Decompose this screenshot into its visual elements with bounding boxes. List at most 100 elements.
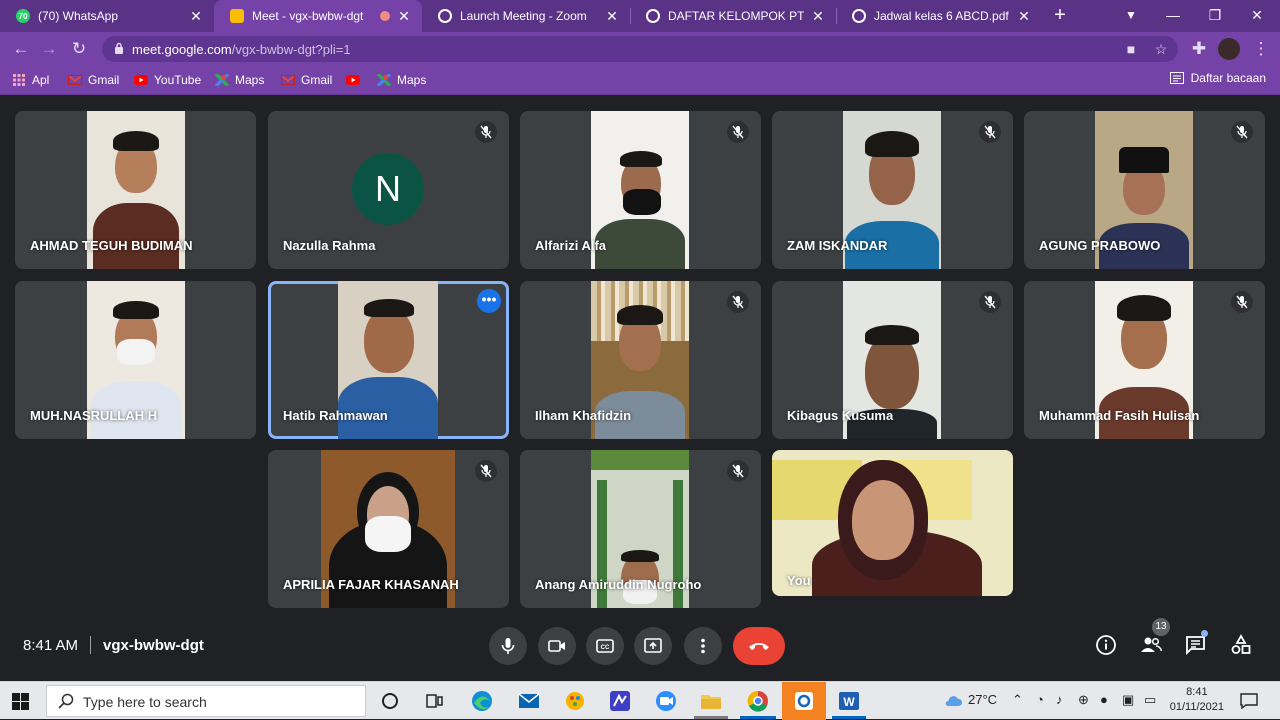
participant-tile[interactable]: Alfarizi Alfa (520, 111, 761, 269)
display-icon[interactable]: ▣ (1122, 692, 1134, 708)
minimize-button[interactable]: — (1152, 0, 1194, 32)
gmail-icon (68, 75, 82, 85)
chat-unread-indicator (1201, 630, 1208, 637)
restore-button[interactable]: ❐ (1194, 0, 1236, 32)
participant-tile[interactable]: Muhammad Fasih Hulisan (1024, 281, 1265, 439)
tab-title: Launch Meeting - Zoom (460, 9, 587, 23)
menu-kebab-icon[interactable]: ⋮ (1250, 38, 1272, 60)
participant-tile[interactable]: AHMAD TEGUH BUDIMAN (15, 111, 256, 269)
close-window-button[interactable]: ✕ (1236, 0, 1278, 32)
bookmark-label: Apl (32, 73, 50, 87)
taskbar-search-box[interactable]: Type here to search (46, 685, 366, 717)
mic-muted-icon (475, 121, 497, 143)
microphone-button[interactable] (489, 627, 527, 665)
participant-name: Nazulla Rahma (283, 238, 376, 253)
close-tab-icon[interactable]: ✕ (810, 8, 826, 25)
participant-name: APRILIA FAJAR KHASANAH (283, 577, 459, 592)
participant-name: AGUNG PRABOWO (1039, 238, 1161, 253)
cortana-icon[interactable] (376, 687, 404, 715)
close-tab-icon[interactable]: ✕ (604, 8, 620, 25)
participant-tile-active-speaker[interactable]: ••• Hatib Rahmawan (268, 281, 509, 439)
bookmark-maps-2[interactable]: Maps (377, 71, 426, 89)
close-tab-icon[interactable]: ✕ (188, 8, 204, 25)
paint-app-icon[interactable] (561, 687, 589, 715)
chrome-browser-icon[interactable] (744, 687, 772, 715)
bookmark-label: Maps (397, 73, 427, 87)
captions-button[interactable]: CC (586, 627, 624, 665)
clock-time: 8:41 (1186, 686, 1208, 698)
math-app-icon[interactable] (606, 687, 634, 715)
close-tab-icon[interactable]: ✕ (1016, 8, 1032, 25)
close-tab-icon[interactable]: ✕ (396, 8, 412, 25)
bookmark-apps[interactable]: Apl (12, 71, 49, 89)
bookmark-gmail[interactable]: Gmail (68, 71, 119, 89)
notification-center-icon[interactable] (1240, 693, 1258, 709)
volume-icon[interactable]: ♪ (1056, 692, 1063, 707)
network-icon[interactable]: ◔ (1036, 692, 1044, 707)
tab-zoom[interactable]: Launch Meeting - Zoom ✕ (422, 0, 630, 32)
camera-button[interactable] (538, 627, 576, 665)
bookmark-youtube[interactable]: YouTube (134, 71, 201, 89)
camera-permission-icon[interactable]: ■ (1122, 40, 1140, 58)
bookmark-gmail-2[interactable]: Gmail (281, 71, 332, 89)
reading-list-label: Daftar bacaan (1190, 71, 1266, 85)
tab-search-button[interactable]: ▼ (1110, 0, 1152, 32)
reading-list-icon (1169, 72, 1184, 84)
file-explorer-icon[interactable] (697, 687, 725, 715)
participant-name: AHMAD TEGUH BUDIMAN (30, 238, 193, 253)
address-bar[interactable]: meet.google.com/vgx-bwbw-dgt?pli=1 ■ ☆ (102, 36, 1178, 62)
info-icon (1096, 635, 1116, 655)
bookmark-youtube-2[interactable] (346, 71, 366, 89)
participant-tile[interactable]: Kibagus Kusuma (772, 281, 1013, 439)
meeting-details-button[interactable] (1094, 633, 1118, 657)
bookmark-label: Gmail (301, 73, 333, 87)
microphone-tray-icon[interactable]: ● (1100, 692, 1108, 707)
participant-tile[interactable]: Anang Amiruddin Nugroho (520, 450, 761, 608)
participant-name: Muhammad Fasih Hulisan (1039, 408, 1200, 423)
browser-toolbar: ← → ↻ meet.google.com/vgx-bwbw-dgt?pli=1… (0, 32, 1280, 66)
participant-tile[interactable]: Ilham Khafidzin (520, 281, 761, 439)
participant-tile[interactable]: APRILIA FAJAR KHASANAH (268, 450, 509, 608)
zoom-app-icon[interactable] (652, 687, 680, 715)
weather-temperature[interactable]: 27°C (968, 692, 997, 707)
participants-button[interactable] (1139, 633, 1163, 657)
participant-tile[interactable]: MUH.NASRULLAH H (15, 281, 256, 439)
participant-tile[interactable]: N Nazulla Rahma (268, 111, 509, 269)
edge-browser-icon[interactable] (468, 687, 496, 715)
globe-icon (438, 9, 452, 23)
tab-meet[interactable]: Meet - vgx-bwbw-dgt ✕ (214, 0, 422, 32)
word-app-icon[interactable]: W (835, 687, 863, 715)
vpn-app-icon[interactable] (790, 687, 818, 715)
meeting-time: 8:41 AM (23, 636, 79, 654)
more-options-button[interactable] (684, 627, 722, 665)
participant-tile-self[interactable]: You (772, 450, 1013, 596)
system-clock[interactable]: 8:41 01/11/2021 (1170, 685, 1224, 715)
present-screen-button[interactable] (634, 627, 672, 665)
avatar: N (352, 153, 424, 225)
participant-tile[interactable]: AGUNG PRABOWO (1024, 111, 1265, 269)
activities-button[interactable] (1229, 633, 1253, 657)
battery-icon[interactable]: ▭ (1144, 692, 1156, 708)
new-tab-button[interactable]: + (1048, 4, 1072, 28)
bookmark-star-icon[interactable]: ☆ (1152, 40, 1170, 58)
extensions-icon[interactable]: ✚ (1188, 38, 1210, 60)
back-button[interactable]: ← (10, 38, 32, 60)
bookmark-maps[interactable]: Maps (215, 71, 264, 89)
reload-button[interactable]: ↻ (68, 38, 90, 60)
profile-avatar[interactable] (1218, 38, 1240, 60)
forward-button[interactable]: → (38, 38, 60, 60)
task-view-icon[interactable] (420, 687, 448, 715)
participant-name: Ilham Khafidzin (535, 408, 632, 423)
show-hidden-icons-icon[interactable]: ⌃ (1012, 692, 1023, 708)
tab-daftar-kelompok[interactable]: DAFTAR KELOMPOK PTM SISW ✕ (630, 0, 836, 32)
reading-list-button[interactable]: Daftar bacaan (1169, 71, 1266, 85)
mail-app-icon[interactable] (515, 687, 543, 715)
more-options-button[interactable]: ••• (477, 289, 501, 313)
tab-whatsapp[interactable]: 70 (70) WhatsApp ✕ (0, 0, 214, 32)
search-placeholder: Type here to search (83, 694, 207, 710)
tab-jadwal-pdf[interactable]: Jadwal kelas 6 ABCD.pdf ✕ (836, 0, 1042, 32)
leave-call-button[interactable] (733, 627, 785, 665)
usb-icon[interactable]: ⊕ (1078, 692, 1089, 708)
participant-tile[interactable]: ZAM ISKANDAR (772, 111, 1013, 269)
windows-start-icon[interactable] (12, 693, 29, 710)
